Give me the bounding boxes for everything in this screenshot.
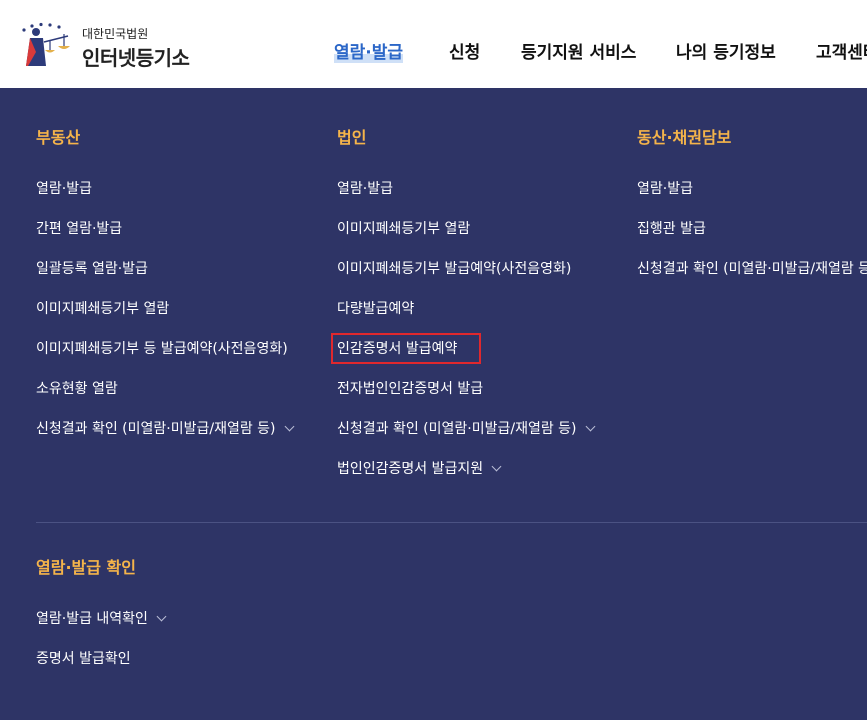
real-estate-title: 부동산 <box>36 128 81 147</box>
real-estate-item[interactable]: 소유현황 열람 <box>36 378 118 398</box>
corporation-item[interactable]: 전자법인인감증명서 발급 <box>337 378 483 398</box>
chevron-down-icon <box>284 421 294 432</box>
court-emblem-icon <box>22 22 70 66</box>
certificate-issue-check[interactable]: 증명서 발급확인 <box>36 648 131 668</box>
real-estate-result-check[interactable]: 신청결과 확인 (미열람·미발급/재열람 등) <box>36 418 294 438</box>
nav-my-registry[interactable]: 나의 등기정보 <box>676 38 776 63</box>
nav-view-issue[interactable]: 열람·발급 <box>334 38 404 63</box>
movable-item[interactable]: 열람·발급 <box>637 178 693 198</box>
real-estate-item[interactable]: 간편 열람·발급 <box>36 218 122 238</box>
corporation-result-check[interactable]: 신청결과 확인 (미열람·미발급/재열람 등) <box>337 418 595 438</box>
corporation-title: 법인 <box>337 128 367 147</box>
corporation-seal-support[interactable]: 법인인감증명서 발급지원 <box>337 458 502 478</box>
corporation-item[interactable]: 다량발급예약 <box>337 298 414 318</box>
nav-apply[interactable]: 신청 <box>449 38 480 63</box>
real-estate-item[interactable]: 이미지폐쇄등기부 등 발급예약(사전음영화) <box>36 338 288 358</box>
corporation-item[interactable]: 이미지폐쇄등기부 열람 <box>337 218 470 238</box>
real-estate-item[interactable]: 열람·발급 <box>36 178 92 198</box>
nav-registry-support[interactable]: 등기지원 서비스 <box>521 38 636 63</box>
logo-title: 인터넷등기소 <box>82 46 190 70</box>
corporation-item[interactable]: 이미지폐쇄등기부 발급예약(사전음영화) <box>337 258 571 278</box>
issue-history-check-label: 열람·발급 내역확인 <box>36 611 148 627</box>
real-estate-item[interactable]: 이미지폐쇄등기부 열람 <box>36 298 169 318</box>
chevron-down-icon <box>585 421 595 432</box>
site-logo[interactable]: 대한민국법원 인터넷등기소 <box>16 22 206 72</box>
chevron-down-icon <box>491 461 502 472</box>
issue-history-check[interactable]: 열람·발급 내역확인 <box>36 608 167 628</box>
section-divider <box>36 522 867 523</box>
chevron-down-icon <box>156 611 167 622</box>
movable-title: 동산·채권담보 <box>637 128 732 147</box>
site-header: 대한민국법원 인터넷등기소 열람·발급 신청 등기지원 서비스 나의 등기정보 … <box>0 0 867 88</box>
movable-item[interactable]: 집행관 발급 <box>637 218 706 238</box>
nav-customer-center[interactable]: 고객센터 <box>816 38 867 63</box>
corporation-seal-support-label: 법인인감증명서 발급지원 <box>337 461 484 477</box>
real-estate-item[interactable]: 일괄등록 열람·발급 <box>36 258 148 278</box>
real-estate-result-check-label: 신청결과 확인 (미열람·미발급/재열람 등) <box>36 421 276 437</box>
corporation-result-check-label: 신청결과 확인 (미열람·미발급/재열람 등) <box>337 421 577 437</box>
selection-highlight <box>331 333 481 364</box>
logo-subtitle: 대한민국법원 <box>82 27 149 41</box>
movable-item[interactable]: 신청결과 확인 (미열람·미발급/재열람 등) <box>637 258 867 278</box>
nav-view-issue-label: 열람·발급 <box>334 43 404 63</box>
corporation-item[interactable]: 열람·발급 <box>337 178 393 198</box>
confirm-title: 열람·발급 확인 <box>36 558 136 577</box>
